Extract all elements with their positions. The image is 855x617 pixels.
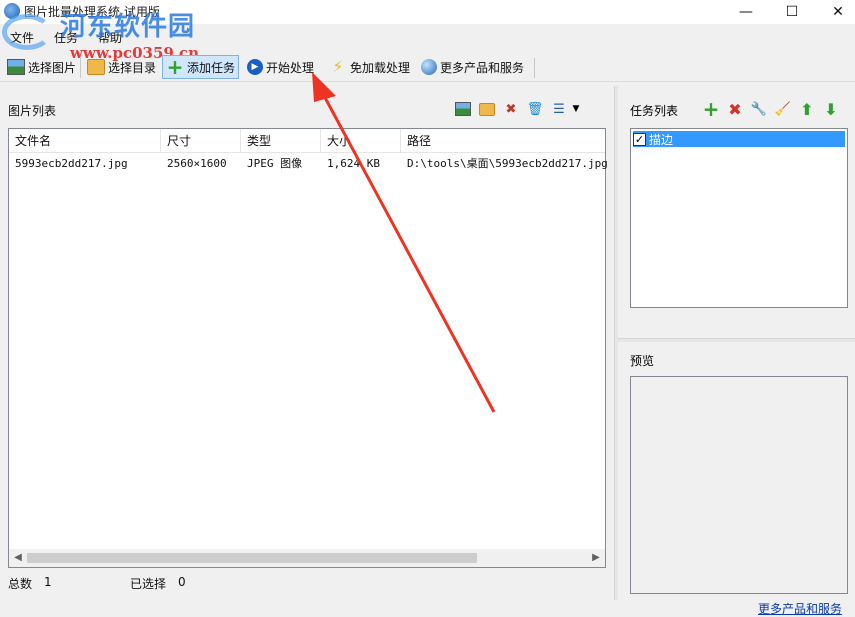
remove-image-icon[interactable]: ✖ [502,100,520,118]
add-task-label: 添加任务 [187,60,236,75]
load-free-processing-button[interactable]: ⚡ 免加载处理 [326,55,413,79]
plus-icon: + [166,55,184,79]
folder-open-icon[interactable] [478,100,496,118]
load-free-processing-label: 免加载处理 [350,60,411,75]
scroll-right-icon[interactable]: ▶ [589,551,603,565]
wrench-icon[interactable]: 🔧 [750,100,768,118]
list-view-icon[interactable]: ☰ [550,100,568,118]
more-products-label: 更多产品和服务 [440,60,525,75]
play-icon: ▶ [247,59,263,75]
scroll-left-icon[interactable]: ◀ [11,551,25,565]
row-path: D:\tools\桌面\5993ecb2dd217.jpg [407,157,608,170]
task-checkbox[interactable]: ✓ [633,132,646,146]
table-row[interactable]: 5993ecb2dd217.jpg 2560×1600 JPEG 图像 1,62… [9,129,608,175]
row-dimensions: 2560×1600 [167,157,227,170]
recycle-bin-icon[interactable]: 🗑 [526,100,544,118]
image-list-view[interactable]: 文件名 尺寸 类型 大小 路径 5993ecb2dd217.jpg 2560×1… [8,128,608,568]
select-directory-button[interactable]: 选择目录 [84,55,159,79]
toolbar-separator [534,58,535,78]
horizontal-scrollbar[interactable]: ◀ ▶ [9,549,605,567]
maximize-button[interactable]: ☐ [769,0,815,24]
preview-title: 预览 [630,354,655,368]
task-item[interactable]: ✓ 描边 [633,131,845,147]
image-icon [7,59,25,75]
total-label: 总数 [8,577,33,591]
status-bar: 总数 1 已选择 0 [8,575,608,595]
delete-task-icon[interactable]: ✖ [726,100,744,119]
chevron-down-icon[interactable]: ▼ [570,100,582,118]
more-products-button[interactable]: 更多产品和服务 [418,55,527,79]
toolbar-separator [80,58,81,78]
folder-icon [87,59,105,75]
move-down-icon[interactable]: ⬇ [822,100,840,119]
selected-count: 0 [178,575,186,589]
move-up-icon[interactable]: ⬆ [798,100,816,119]
add-task-button[interactable]: + 添加任务 [162,55,240,79]
select-images-label: 选择图片 [28,60,77,75]
image-view-icon[interactable] [454,100,472,118]
image-list-panel: 图片列表 ✖ 🗑 ☰ ▼ 文件名 尺寸 类型 大小 路径 5993ecb2dd2… [0,86,614,600]
selected-label: 已选择 [130,577,167,591]
add-task-icon[interactable]: + [702,97,720,121]
minimize-button[interactable]: — [723,0,769,24]
select-directory-label: 选择目录 [108,60,157,75]
task-item-label: 描边 [649,132,674,147]
preview-area [630,376,848,594]
scrollbar-thumb[interactable] [27,553,477,563]
watermark-logo-icon [2,14,52,50]
task-list-box[interactable]: ✓ 描边 [630,128,848,308]
start-processing-button[interactable]: ▶ 开始处理 [244,55,317,79]
globe-icon [421,59,437,75]
more-products-link[interactable]: 更多产品和服务 [758,600,842,617]
total-count: 1 [44,575,52,589]
broom-icon[interactable]: 🧹 [774,100,792,118]
task-list-title: 任务列表 [630,104,679,118]
select-images-button[interactable]: 选择图片 [4,55,79,79]
watermark-text: 河东软件园 [60,12,196,42]
image-list-title: 图片列表 [8,104,57,118]
task-list-panel: 任务列表 + ✖ 🔧 🧹 ⬆ ⬇ ✓ 描边 [618,86,855,338]
toolbar: 选择图片 选择目录 + 添加任务 ▶ 开始处理 ⚡ 免加载处理 更多产品和服务 [0,52,855,82]
close-button[interactable]: ✕ [815,0,855,24]
preview-panel: 预览 [618,342,855,600]
row-type: JPEG 图像 [247,157,303,170]
start-processing-label: 开始处理 [266,60,315,75]
row-filesize: 1,624 KB [327,157,380,170]
lightning-icon: ⚡ [332,57,344,76]
row-filename: 5993ecb2dd217.jpg [15,157,128,170]
